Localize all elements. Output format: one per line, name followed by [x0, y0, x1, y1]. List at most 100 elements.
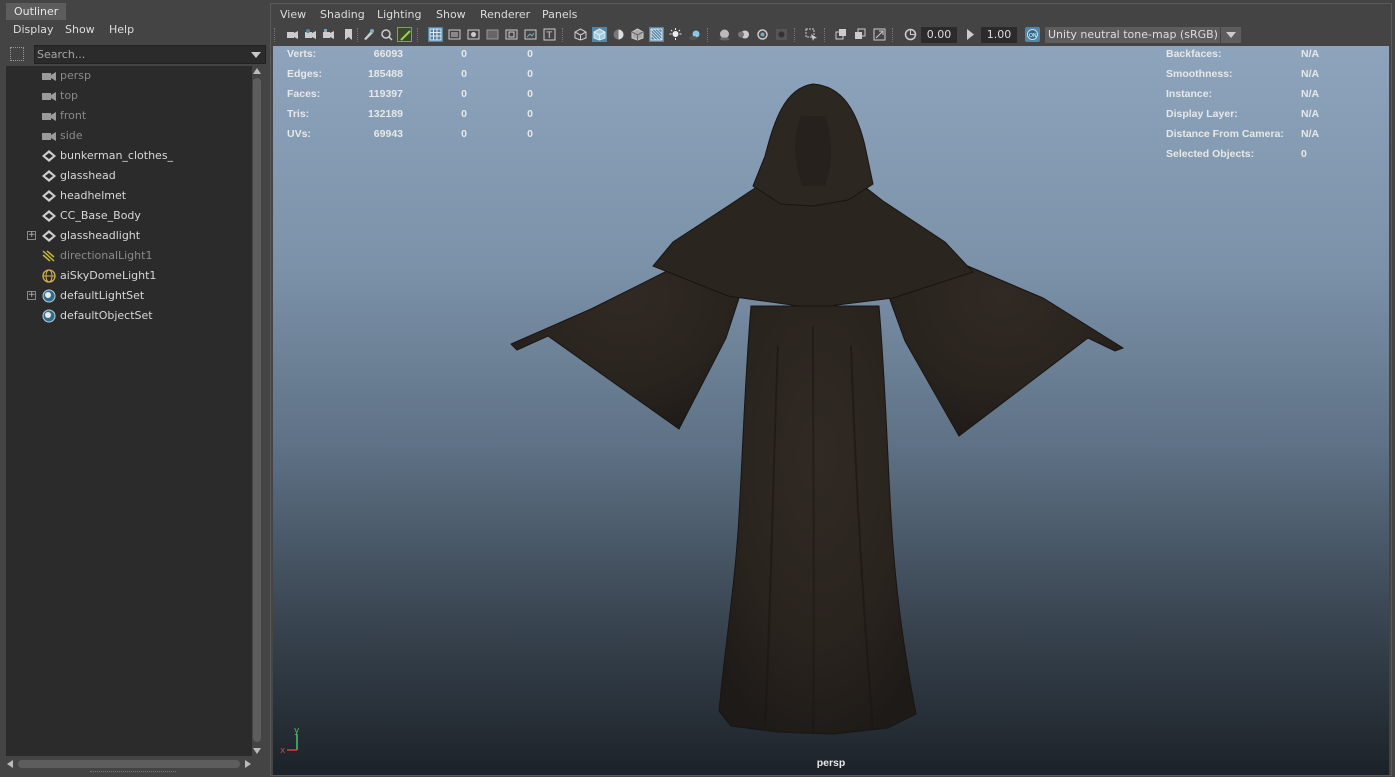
- outliner-item-glassheadlight[interactable]: + glassheadlight: [6, 226, 252, 246]
- hud-faces-value: 119397: [368, 88, 403, 100]
- outliner-item-label: persp: [60, 69, 91, 82]
- svg-text:ON: ON: [1029, 33, 1037, 39]
- menu-renderer[interactable]: Renderer: [480, 8, 530, 21]
- shadows-icon[interactable]: [687, 27, 702, 42]
- hud-smoothness-value: N/A: [1301, 68, 1320, 80]
- outliner-item-glasshead[interactable]: glasshead: [6, 166, 252, 186]
- outliner-item-label: defaultObjectSet: [60, 309, 153, 322]
- menu-show[interactable]: Show: [65, 23, 95, 36]
- select-camera-icon[interactable]: [285, 27, 300, 42]
- outliner-item-cc-base-body[interactable]: CC_Base_Body: [6, 206, 252, 226]
- hud-faces-other: 0: [527, 88, 533, 100]
- motion-blur-icon[interactable]: [736, 27, 751, 42]
- menu-panels[interactable]: Panels: [542, 8, 577, 21]
- toolbar-separator: [707, 28, 710, 42]
- grease-pencil-icon[interactable]: [397, 27, 412, 42]
- search-row: [6, 45, 266, 65]
- multisample-anti-aliasing-icon[interactable]: [755, 27, 770, 42]
- outliner-item-front[interactable]: front: [6, 106, 252, 126]
- scroll-left-icon[interactable]: [7, 760, 13, 768]
- image-plane-icon[interactable]: [361, 27, 376, 42]
- menu-shading[interactable]: Shading: [320, 8, 365, 21]
- outliner-horizontal-scrollbar[interactable]: [6, 758, 252, 770]
- field-chart-icon[interactable]: [504, 27, 519, 42]
- hud-tris-label: Tris:: [287, 108, 310, 120]
- outliner-item-label: CC_Base_Body: [60, 209, 141, 222]
- bookmarks-icon[interactable]: [321, 27, 336, 42]
- view-transform-dropdown[interactable]: Unity neutral tone-map (sRGB): [1045, 27, 1241, 43]
- panel-resize-grip[interactable]: [90, 771, 176, 775]
- 3d-viewport[interactable]: Verts: 66093 0 0 Edges: 185488 0 0 Faces…: [273, 46, 1389, 775]
- outliner-item-directional-light[interactable]: directionalLight1: [6, 246, 252, 266]
- frame-selection-icon[interactable]: [853, 27, 868, 42]
- dropdown-arrow-icon[interactable]: [1220, 27, 1241, 43]
- outliner-item-default-light-set[interactable]: + defaultLightSet: [6, 286, 252, 306]
- screen-space-ambient-occlusion-icon[interactable]: [717, 27, 732, 42]
- hud-edges-value: 185488: [367, 68, 403, 80]
- sky-dome-light-icon: [41, 269, 57, 283]
- smooth-shade-icon[interactable]: [592, 27, 607, 42]
- scroll-thumb[interactable]: [18, 760, 240, 768]
- outliner-vertical-scrollbar[interactable]: [252, 66, 262, 756]
- search-filter-toggle-icon[interactable]: [10, 47, 24, 61]
- toolbar-separator: [274, 28, 277, 42]
- gamma-icon[interactable]: [963, 27, 978, 42]
- menu-show[interactable]: Show: [436, 8, 466, 21]
- directional-light-icon: [41, 249, 57, 263]
- outliner-item-label: side: [60, 129, 83, 142]
- hud-edges-selected: 0: [461, 68, 467, 80]
- expand-icon[interactable]: +: [27, 291, 36, 300]
- safe-title-icon[interactable]: T: [542, 27, 557, 42]
- scroll-thumb[interactable]: [253, 78, 261, 742]
- exposure-icon[interactable]: [903, 27, 918, 42]
- search-dropdown-icon[interactable]: [251, 52, 261, 58]
- outliner-item-sky-dome-light[interactable]: aiSkyDomeLight1: [6, 266, 252, 286]
- outliner-item-headhelmet[interactable]: headhelmet: [6, 186, 252, 206]
- hud-edges-label: Edges:: [287, 68, 323, 80]
- wireframe-icon[interactable]: [573, 27, 588, 42]
- mesh-icon: [41, 209, 57, 223]
- safe-action-icon[interactable]: [523, 27, 538, 42]
- depth-of-field-icon[interactable]: [774, 27, 789, 42]
- gate-mask-icon[interactable]: [485, 27, 500, 42]
- bookmark-icon[interactable]: [341, 27, 356, 42]
- menu-display[interactable]: Display: [13, 23, 54, 36]
- outliner-item-side[interactable]: side: [6, 126, 252, 146]
- set-icon: [41, 289, 57, 303]
- scroll-up-icon[interactable]: [253, 68, 261, 74]
- hud-distance-label: Distance From Camera:: [1166, 128, 1284, 140]
- all-lights-icon[interactable]: [668, 27, 683, 42]
- outliner-item-bunkerman-clothes[interactable]: bunkerman_clothes_: [6, 146, 252, 166]
- exposure-field[interactable]: 0.00: [921, 27, 957, 43]
- scroll-down-icon[interactable]: [253, 748, 261, 754]
- menu-lighting[interactable]: Lighting: [377, 8, 421, 21]
- film-gate-icon[interactable]: [447, 27, 462, 42]
- outliner-item-persp[interactable]: persp: [6, 66, 252, 86]
- fit-all-icon[interactable]: [872, 27, 887, 42]
- camera-attributes-icon[interactable]: [303, 27, 318, 42]
- grid-icon[interactable]: [428, 27, 443, 42]
- isolate-select-icon[interactable]: [804, 27, 819, 42]
- hud-faces-selected: 0: [461, 88, 467, 100]
- gamma-field[interactable]: 1.00: [981, 27, 1017, 43]
- hud-icon[interactable]: [834, 27, 849, 42]
- hud-edges-other: 0: [527, 68, 533, 80]
- hud-uvs-selected: 0: [461, 128, 467, 140]
- color-management-icon[interactable]: ON: [1025, 27, 1040, 42]
- resolution-gate-icon[interactable]: [466, 27, 481, 42]
- outliner-item-top[interactable]: top: [6, 86, 252, 106]
- outliner-item-label: aiSkyDomeLight1: [60, 269, 157, 282]
- xray-icon[interactable]: [649, 27, 664, 42]
- menu-view[interactable]: View: [280, 8, 306, 21]
- outliner-panel: Outliner Display Show Help persp top fro…: [0, 0, 266, 777]
- scroll-right-icon[interactable]: [245, 760, 251, 768]
- menu-help[interactable]: Help: [109, 23, 134, 36]
- hud-tris-value: 132189: [367, 108, 403, 120]
- outliner-tab[interactable]: Outliner: [6, 3, 67, 20]
- 2d-pan-zoom-icon[interactable]: [379, 27, 394, 42]
- textured-icon[interactable]: [630, 27, 645, 42]
- expand-icon[interactable]: +: [27, 231, 36, 240]
- default-material-icon[interactable]: [611, 27, 626, 42]
- outliner-item-default-object-set[interactable]: defaultObjectSet: [6, 306, 252, 326]
- search-input[interactable]: [37, 46, 237, 63]
